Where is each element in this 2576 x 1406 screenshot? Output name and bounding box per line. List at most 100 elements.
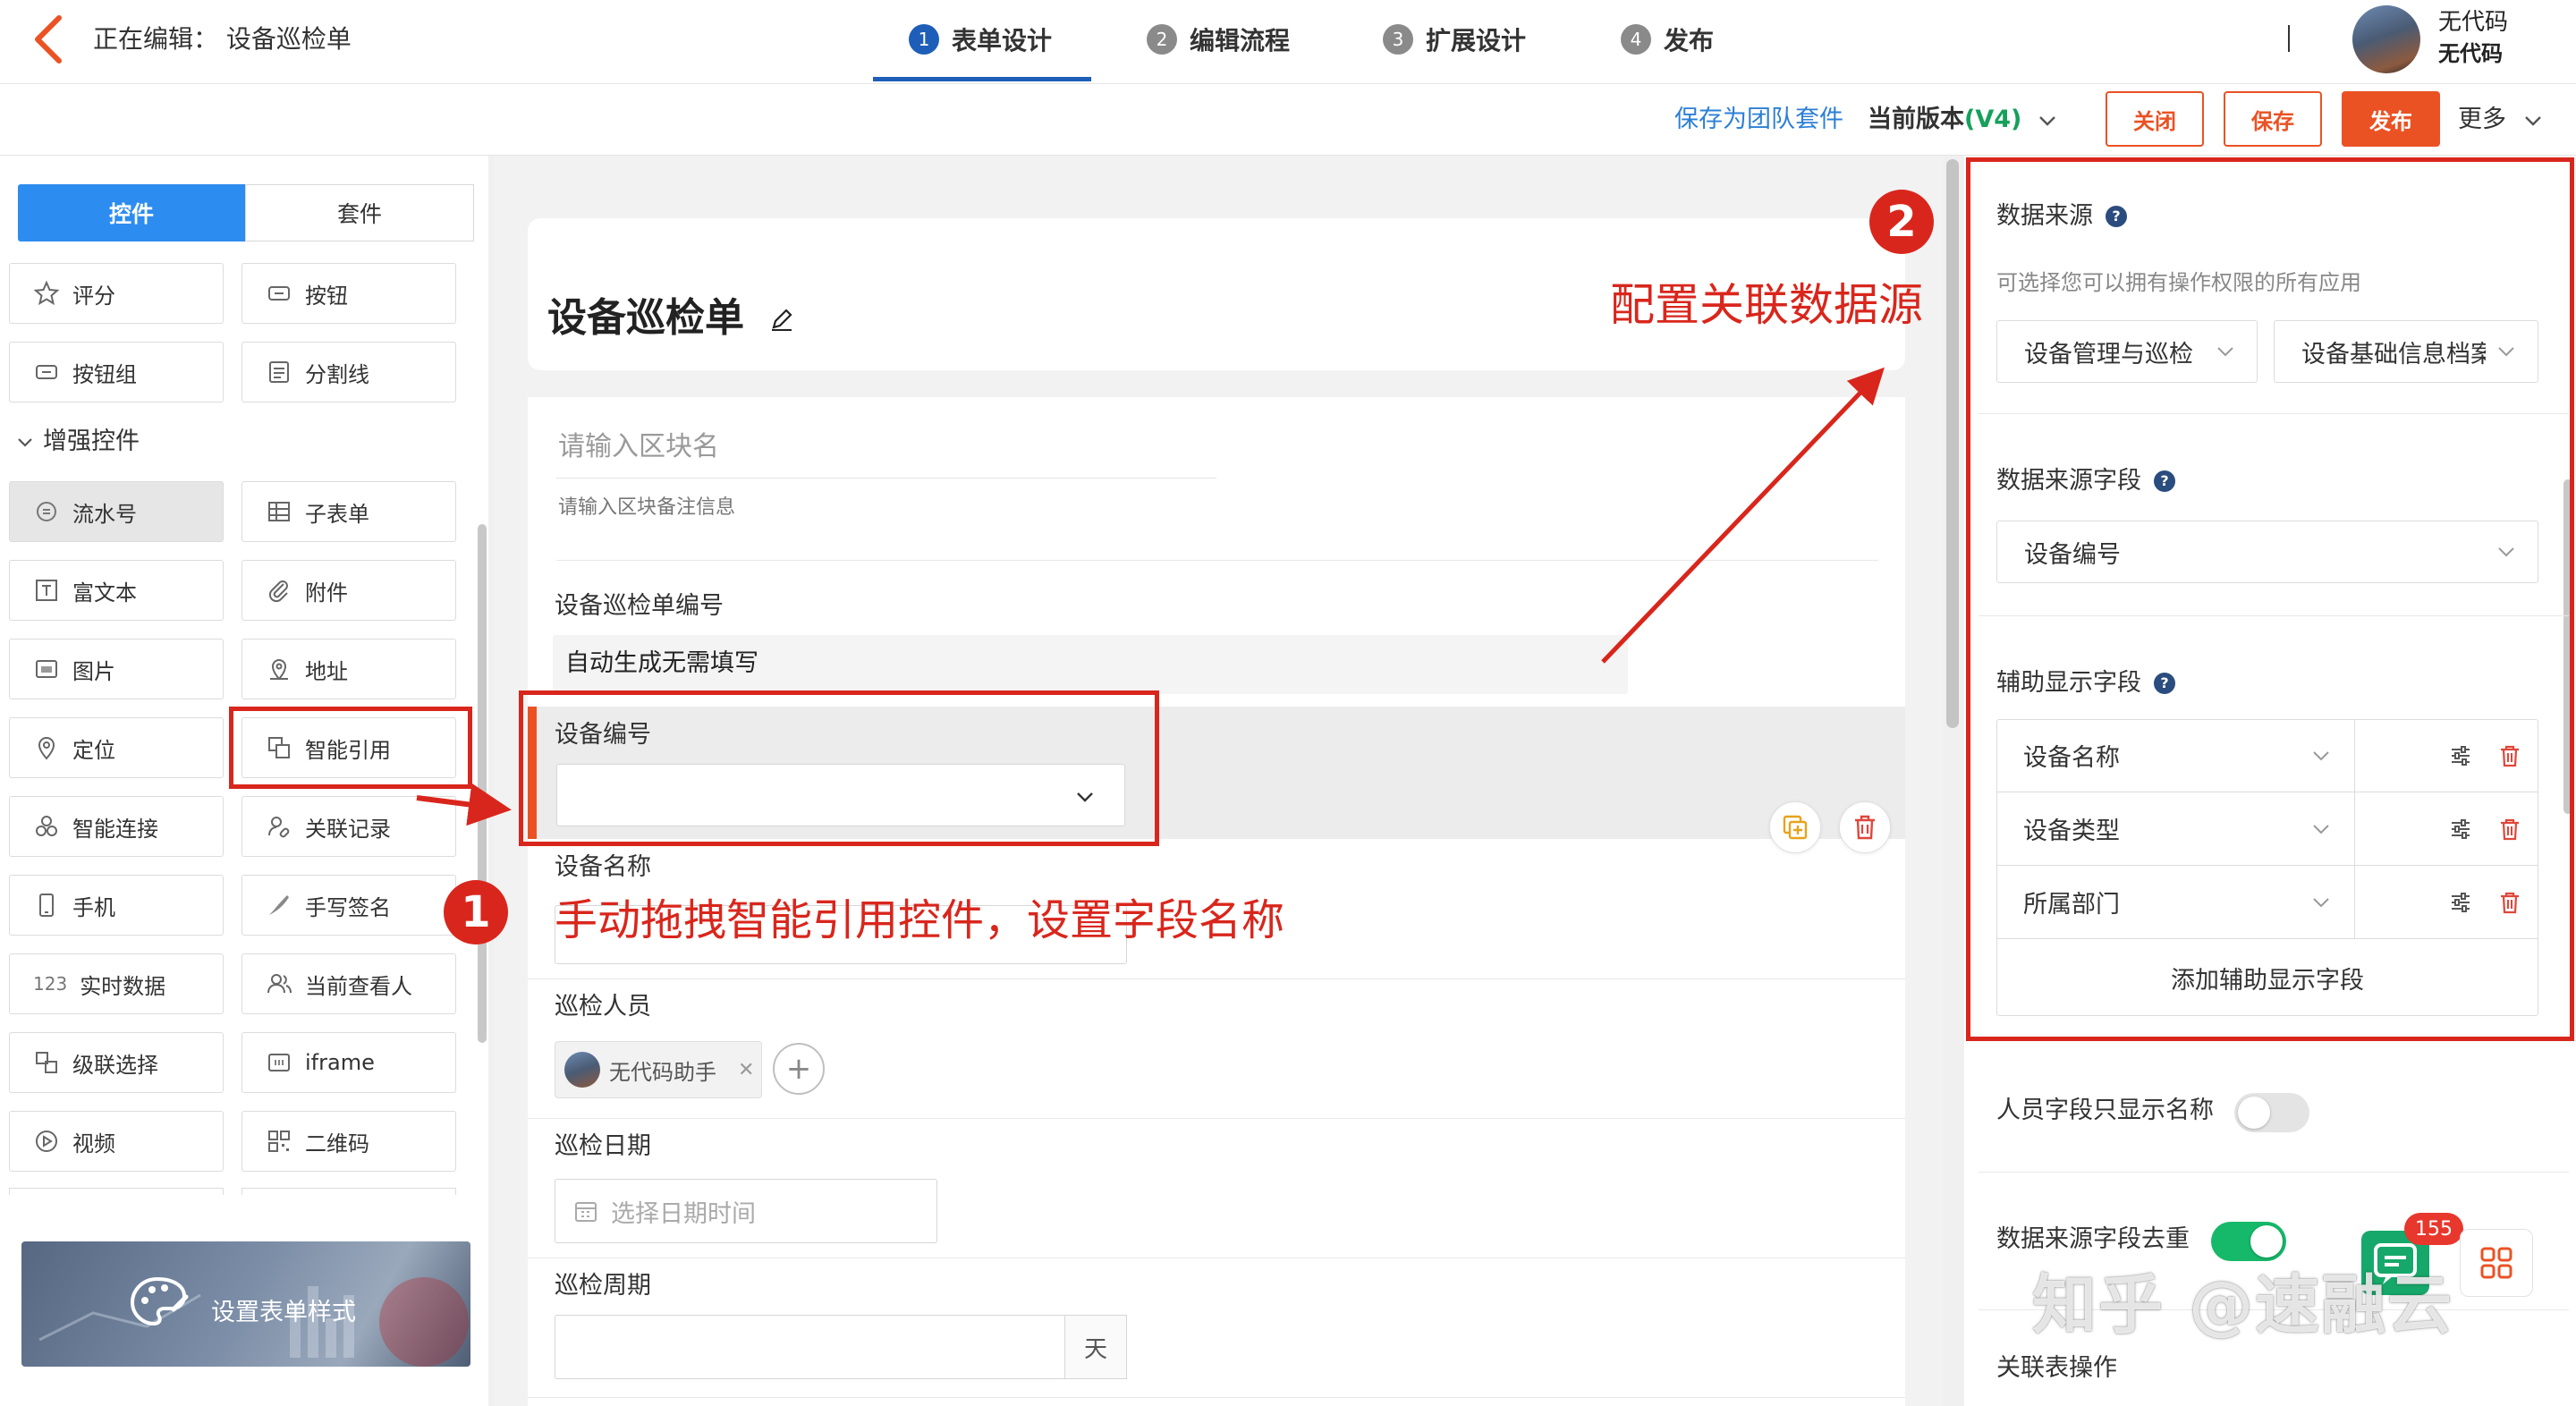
person-name-only-toggle[interactable]: [2234, 1093, 2309, 1132]
iframe-icon: [266, 1049, 292, 1076]
qrcode-icon: [266, 1128, 292, 1155]
edit-pencil-icon[interactable]: [768, 306, 795, 333]
field-label-inspector: 巡检人员: [555, 993, 651, 1021]
control-rich-text[interactable]: 富文本: [9, 560, 224, 621]
control-subform[interactable]: 子表单: [242, 481, 456, 542]
control-button-group[interactable]: 按钮组: [9, 342, 224, 402]
control-label: 当前查看人: [305, 973, 412, 999]
control-smart-connect[interactable]: 智能连接: [9, 796, 224, 857]
calendar-icon: [575, 1202, 597, 1222]
related-ops-label: 关联表操作: [1996, 1354, 2117, 1382]
block-name-underline: [556, 478, 1216, 479]
back-arrow-icon[interactable]: [29, 13, 68, 66]
tab-controls[interactable]: 控件: [18, 184, 245, 241]
control-label: 智能连接: [72, 816, 158, 842]
trash-icon: [1855, 815, 1875, 840]
close-button[interactable]: 关闭: [2106, 91, 2204, 147]
enhanced-controls-heading[interactable]: 增强控件: [16, 424, 140, 460]
serial-number-icon: [33, 498, 60, 525]
dedupe-toggle[interactable]: [2211, 1222, 2286, 1261]
user-avatar[interactable]: [2352, 5, 2420, 73]
save-as-suite-link[interactable]: 保存为团队套件: [1674, 102, 1843, 138]
step-form-design[interactable]: 1 表单设计: [909, 18, 1052, 61]
control-button[interactable]: 按钮: [242, 263, 456, 324]
control-signature[interactable]: 手写签名: [242, 875, 456, 936]
block-note-input[interactable]: 请输入区块备注信息: [558, 494, 735, 522]
save-button[interactable]: 保存: [2224, 91, 2322, 147]
field-divider: [528, 1118, 1905, 1119]
control-related-records[interactable]: 关联记录: [242, 796, 456, 857]
field-label-date: 巡检日期: [555, 1132, 651, 1160]
copy-field-button[interactable]: [1769, 801, 1821, 853]
control-label: 评分: [72, 283, 115, 309]
control-realtime-data[interactable]: 123 实时数据: [9, 953, 224, 1014]
control-iframe[interactable]: iframe: [242, 1032, 456, 1093]
delete-field-button[interactable]: [1839, 801, 1891, 853]
annotation-text-1: 手动拖拽智能引用控件，设置字段名称: [555, 895, 1285, 945]
period-input[interactable]: [555, 1315, 1066, 1379]
step-badge-1: 1: [444, 880, 508, 944]
step-label: 扩展设计: [1426, 26, 1527, 55]
field-divider: [528, 978, 1905, 979]
field-divider: [528, 1397, 1905, 1398]
block-name-input[interactable]: 请输入区块名: [558, 428, 719, 467]
control-phone[interactable]: 手机: [9, 875, 224, 936]
step-extension-design[interactable]: 3 扩展设计: [1383, 18, 1526, 61]
control-partial-row: [9, 1188, 224, 1195]
date-input[interactable]: 选择日期时间: [555, 1179, 937, 1243]
control-label: 视频: [72, 1131, 115, 1156]
date-placeholder: 选择日期时间: [611, 1199, 756, 1228]
inspector-chip[interactable]: 无代码助手 ✕: [555, 1041, 762, 1098]
palette-scrollbar[interactable]: [478, 524, 487, 1043]
header-divider: [2288, 25, 2290, 52]
control-label: 地址: [305, 658, 348, 684]
user-org: 无代码: [2438, 41, 2503, 66]
notification-badge: 155: [2404, 1213, 2463, 1245]
version-selector[interactable]: 当前版本(V4): [1868, 102, 2057, 138]
more-menu[interactable]: 更多: [2458, 102, 2543, 138]
tab-suites[interactable]: 套件: [245, 184, 474, 241]
control-label: 子表单: [305, 501, 369, 527]
control-label: 富文本: [72, 580, 137, 606]
cascade-icon: [33, 1049, 60, 1076]
section-divider: [1979, 1172, 2569, 1173]
control-label: 流水号: [72, 501, 137, 527]
step-badge-2: 2: [1869, 190, 1934, 254]
control-divider[interactable]: 分割线: [242, 342, 456, 402]
button-icon: [266, 280, 292, 307]
chevron-down-icon: [2038, 116, 2055, 126]
control-image[interactable]: 图片: [9, 639, 224, 699]
active-step-underline: [873, 77, 1091, 81]
control-location[interactable]: 定位: [9, 717, 224, 778]
step-publish[interactable]: 4 发布: [1621, 18, 1714, 61]
form-title[interactable]: 设备巡检单: [547, 292, 795, 345]
step-label: 发布: [1664, 26, 1715, 55]
control-current-viewer[interactable]: 当前查看人: [242, 953, 456, 1014]
step-edit-flow[interactable]: 2 编辑流程: [1147, 18, 1290, 61]
control-serial-number[interactable]: 流水号: [9, 481, 224, 542]
canvas-scrollbar[interactable]: [1946, 159, 1959, 728]
close-icon[interactable]: ✕: [738, 1059, 754, 1081]
control-qrcode[interactable]: 二维码: [242, 1111, 456, 1172]
location-icon: [33, 734, 60, 761]
version-value: (V4): [1964, 106, 2022, 133]
add-person-button[interactable]: +: [773, 1043, 825, 1095]
control-label: 关联记录: [305, 816, 391, 842]
control-address[interactable]: 地址: [242, 639, 456, 699]
app-grid-icon[interactable]: [2460, 1229, 2533, 1297]
publish-button[interactable]: 发布: [2342, 91, 2440, 147]
copy-add-icon: [1783, 815, 1808, 840]
control-rating[interactable]: 评分: [9, 263, 224, 324]
control-label: 定位: [72, 737, 115, 763]
control-partial-row: [242, 1188, 456, 1195]
control-video[interactable]: 视频: [9, 1111, 224, 1172]
block-divider: [556, 560, 1878, 561]
toggle-knob: [2250, 1225, 2283, 1258]
control-attachment[interactable]: 附件: [242, 560, 456, 621]
chevron-down-icon: [18, 438, 32, 447]
inspection-no-value: 自动生成无需填写: [565, 649, 758, 677]
button-group-icon: [33, 359, 60, 385]
section-label: 增强控件: [43, 428, 140, 455]
control-cascade-select[interactable]: 级联选择: [9, 1032, 224, 1093]
form-title-text: 设备巡检单: [547, 295, 744, 341]
